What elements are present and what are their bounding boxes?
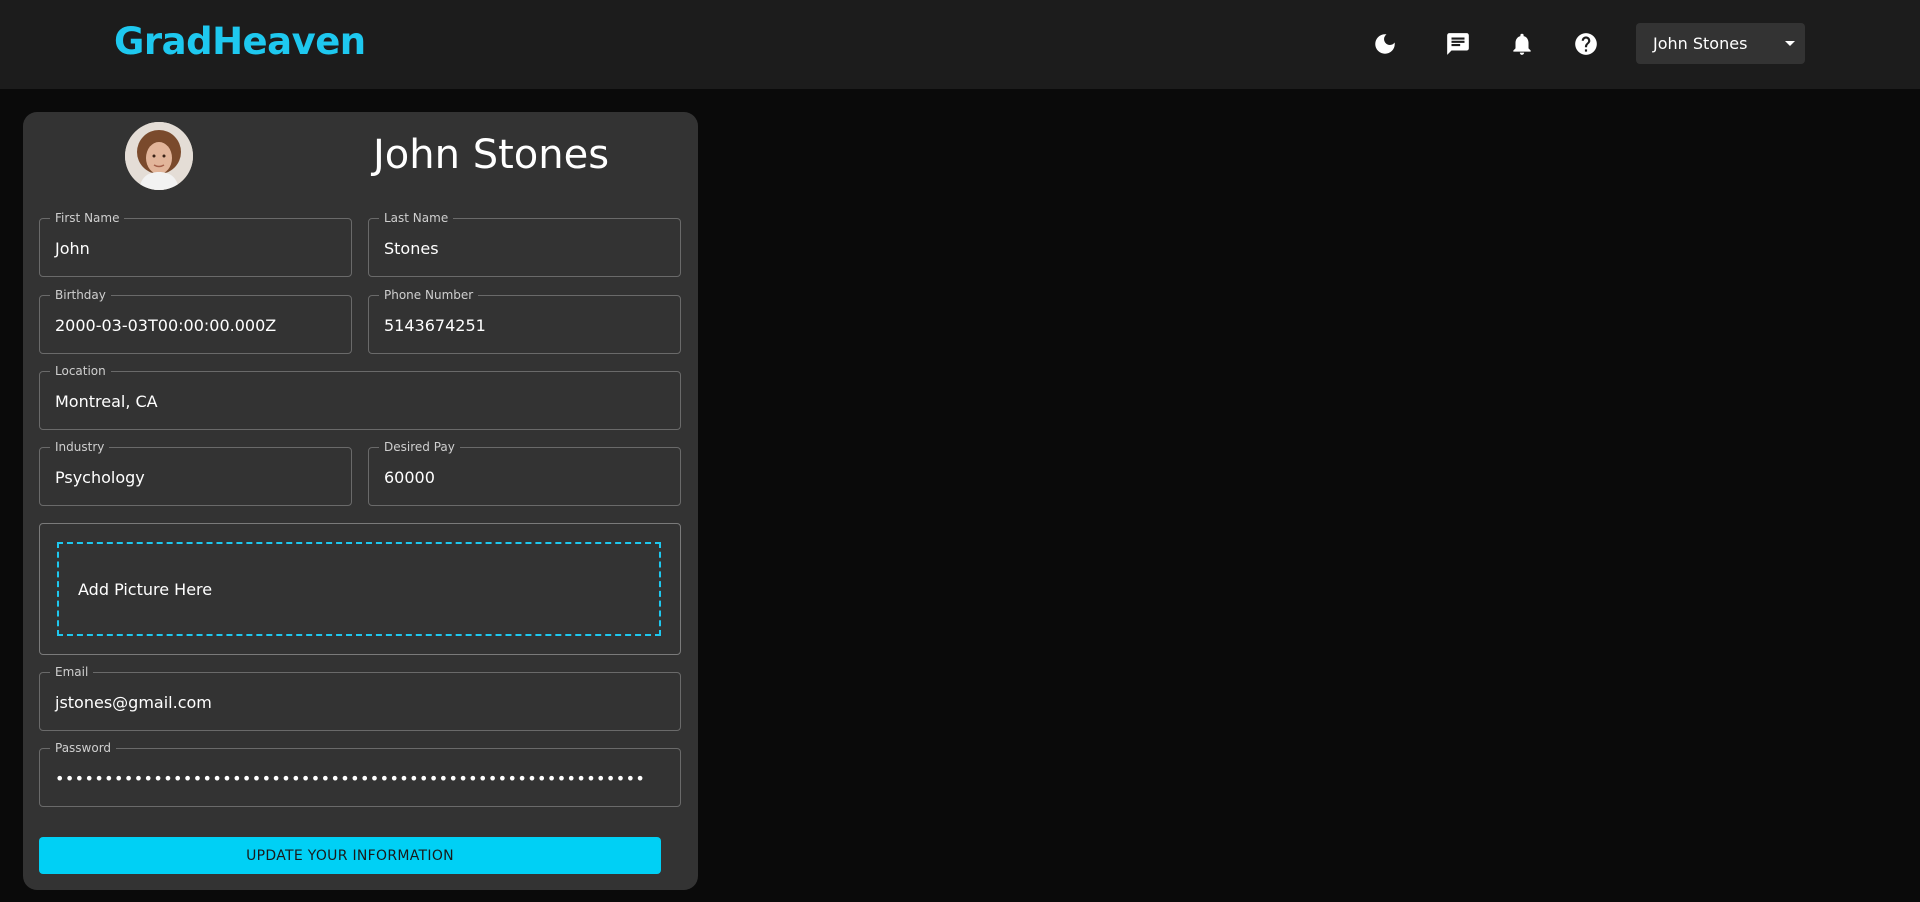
- chevron-down-icon: [1785, 41, 1795, 46]
- first-name-field[interactable]: First Name John: [39, 211, 352, 277]
- industry-field[interactable]: Industry Psychology: [39, 440, 352, 506]
- profile-card: John Stones First Name John Last Name St…: [23, 112, 698, 890]
- dropzone-label: Add Picture Here: [78, 580, 213, 599]
- email-field[interactable]: Email jstones@gmail.com: [39, 665, 681, 731]
- update-information-button[interactable]: UPDATE YOUR INFORMATION: [39, 837, 661, 874]
- user-menu-selected: John Stones: [1653, 34, 1748, 53]
- picture-upload-container: Add Picture Here: [39, 523, 681, 655]
- email-label: Email: [50, 665, 94, 679]
- notifications-icon[interactable]: [1506, 28, 1538, 60]
- location-value: Montreal, CA: [55, 392, 158, 411]
- password-value: ••••••••••••••••••••••••••••••••••••••••…: [55, 769, 646, 788]
- brand-logo[interactable]: GradHeaven: [114, 20, 366, 63]
- phone-number-field[interactable]: Phone Number 5143674251: [368, 288, 681, 354]
- industry-value: Psychology: [55, 468, 145, 487]
- password-label: Password: [50, 741, 117, 755]
- messages-icon[interactable]: [1442, 28, 1474, 60]
- first-name-value: John: [55, 239, 90, 258]
- avatar: [125, 122, 193, 190]
- password-field[interactable]: Password •••••••••••••••••••••••••••••••…: [39, 741, 681, 807]
- location-label: Location: [50, 364, 111, 378]
- top-app-bar: GradHeaven John Stones: [0, 0, 1920, 89]
- phone-number-value: 5143674251: [384, 316, 486, 335]
- last-name-field[interactable]: Last Name Stones: [368, 211, 681, 277]
- first-name-label: First Name: [50, 211, 125, 225]
- profile-name-heading: John Stones: [373, 132, 610, 178]
- user-menu-select[interactable]: John Stones: [1636, 23, 1805, 64]
- help-icon[interactable]: [1570, 28, 1602, 60]
- email-value: jstones@gmail.com: [55, 693, 212, 712]
- birthday-field[interactable]: Birthday 2000-03-03T00:00:00.000Z: [39, 288, 352, 354]
- birthday-value: 2000-03-03T00:00:00.000Z: [55, 316, 277, 335]
- desired-pay-field[interactable]: Desired Pay 60000: [368, 440, 681, 506]
- location-field[interactable]: Location Montreal, CA: [39, 364, 681, 430]
- picture-dropzone[interactable]: Add Picture Here: [57, 542, 661, 636]
- last-name-label: Last Name: [379, 211, 454, 225]
- last-name-value: Stones: [384, 239, 439, 258]
- desired-pay-value: 60000: [384, 468, 435, 487]
- dark-mode-icon[interactable]: [1369, 28, 1401, 60]
- birthday-label: Birthday: [50, 288, 111, 302]
- industry-label: Industry: [50, 440, 110, 454]
- phone-number-label: Phone Number: [379, 288, 479, 302]
- desired-pay-label: Desired Pay: [379, 440, 460, 454]
